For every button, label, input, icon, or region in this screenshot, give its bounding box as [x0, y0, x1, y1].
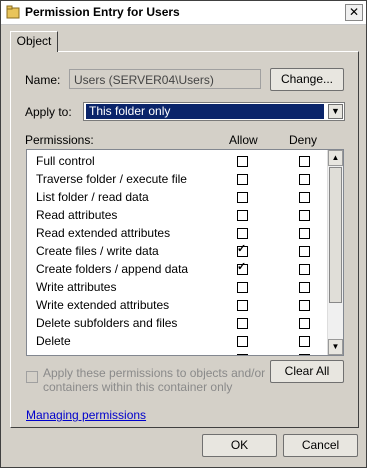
apply-container-checkbox[interactable]: [26, 371, 38, 383]
window-title: Permission Entry for Users: [25, 5, 180, 19]
check-icon: ✓: [237, 261, 247, 273]
permission-label: Delete: [36, 334, 71, 348]
allow-checkbox[interactable]: [237, 318, 248, 329]
permission-label: Delete subfolders and files: [36, 316, 178, 330]
permission-label: Create files / write data: [36, 244, 159, 258]
deny-checkbox[interactable]: [299, 264, 310, 275]
allow-checkbox[interactable]: [237, 210, 248, 221]
apply-to-select[interactable]: This folder only ▼: [83, 102, 345, 121]
deny-checkbox[interactable]: [299, 192, 310, 203]
allow-checkbox[interactable]: [237, 336, 248, 347]
permission-label: Create folders / append data: [36, 262, 189, 276]
folder-icon: [6, 5, 20, 19]
clear-all-button[interactable]: Clear All: [270, 360, 344, 383]
permission-row: Full control: [27, 152, 327, 170]
title-bar: Permission Entry for Users ✕: [1, 1, 366, 25]
name-field: Users (SERVER04\Users): [69, 69, 261, 89]
deny-checkbox[interactable]: [299, 300, 310, 311]
managing-permissions-link[interactable]: Managing permissions: [26, 408, 146, 422]
allow-checkbox[interactable]: [237, 174, 248, 185]
permission-label: Write extended attributes: [36, 298, 170, 312]
permission-row: [27, 350, 327, 355]
allow-checkbox[interactable]: ✓: [237, 243, 248, 257]
permission-label: Read extended attributes: [36, 226, 171, 240]
permission-row: List folder / read data: [27, 188, 327, 206]
apply-to-value: This folder only: [86, 104, 324, 119]
allow-checkbox[interactable]: [237, 192, 248, 203]
deny-header: Deny: [289, 133, 318, 147]
permission-row: Read extended attributes: [27, 224, 327, 242]
permission-row: Create folders / append data ✓: [27, 260, 327, 278]
permissions-list: Full control Traverse folder / execute fi…: [26, 149, 344, 356]
permission-row: Write extended attributes: [27, 296, 327, 314]
deny-checkbox[interactable]: [299, 336, 310, 347]
allow-header: Allow: [229, 133, 258, 147]
permission-row: Read attributes: [27, 206, 327, 224]
close-button[interactable]: ✕: [345, 4, 363, 21]
deny-checkbox[interactable]: [299, 174, 310, 185]
scroll-up-icon[interactable]: ▲: [328, 150, 343, 166]
deny-checkbox[interactable]: [299, 282, 310, 293]
check-icon: ✓: [237, 243, 247, 255]
permission-label: Read attributes: [36, 208, 118, 222]
allow-checkbox[interactable]: [237, 282, 248, 293]
permissions-header: Permissions:: [25, 133, 94, 147]
allow-checkbox[interactable]: [237, 228, 248, 239]
name-label: Name:: [25, 73, 61, 87]
close-icon: ✕: [348, 5, 360, 19]
deny-checkbox[interactable]: [299, 228, 310, 239]
list-scrollbar[interactable]: ▲ ▼: [327, 150, 343, 355]
allow-checkbox[interactable]: [237, 354, 248, 355]
permission-label: Traverse folder / execute file: [36, 172, 187, 186]
scroll-thumb[interactable]: [329, 167, 342, 303]
scroll-down-icon[interactable]: ▼: [328, 339, 343, 355]
permission-row: Delete subfolders and files: [27, 314, 327, 332]
deny-checkbox[interactable]: [299, 156, 310, 167]
deny-checkbox[interactable]: [299, 318, 310, 329]
chevron-down-icon[interactable]: ▼: [328, 104, 343, 119]
allow-checkbox[interactable]: [237, 156, 248, 167]
permission-row: Write attributes: [27, 278, 327, 296]
permission-label: List folder / read data: [36, 190, 149, 204]
deny-checkbox[interactable]: [299, 354, 310, 355]
permission-row: Traverse folder / execute file: [27, 170, 327, 188]
allow-checkbox[interactable]: [237, 300, 248, 311]
permission-entry-window: Permission Entry for Users ✕ Object Name…: [0, 0, 367, 468]
permission-row: Create files / write data ✓: [27, 242, 327, 260]
change-button[interactable]: Change...: [270, 68, 344, 91]
ok-button[interactable]: OK: [202, 434, 277, 457]
tab-object[interactable]: Object: [10, 31, 58, 52]
deny-checkbox[interactable]: [299, 210, 310, 221]
allow-checkbox[interactable]: ✓: [237, 261, 248, 275]
apply-container-label: Apply these permissions to objects and/o…: [43, 366, 266, 394]
apply-to-label: Apply to:: [25, 105, 72, 119]
deny-checkbox[interactable]: [299, 246, 310, 257]
permission-label: Full control: [36, 154, 95, 168]
permission-label: Write attributes: [36, 280, 117, 294]
cancel-button[interactable]: Cancel: [283, 434, 358, 457]
permission-row: Delete: [27, 332, 327, 350]
